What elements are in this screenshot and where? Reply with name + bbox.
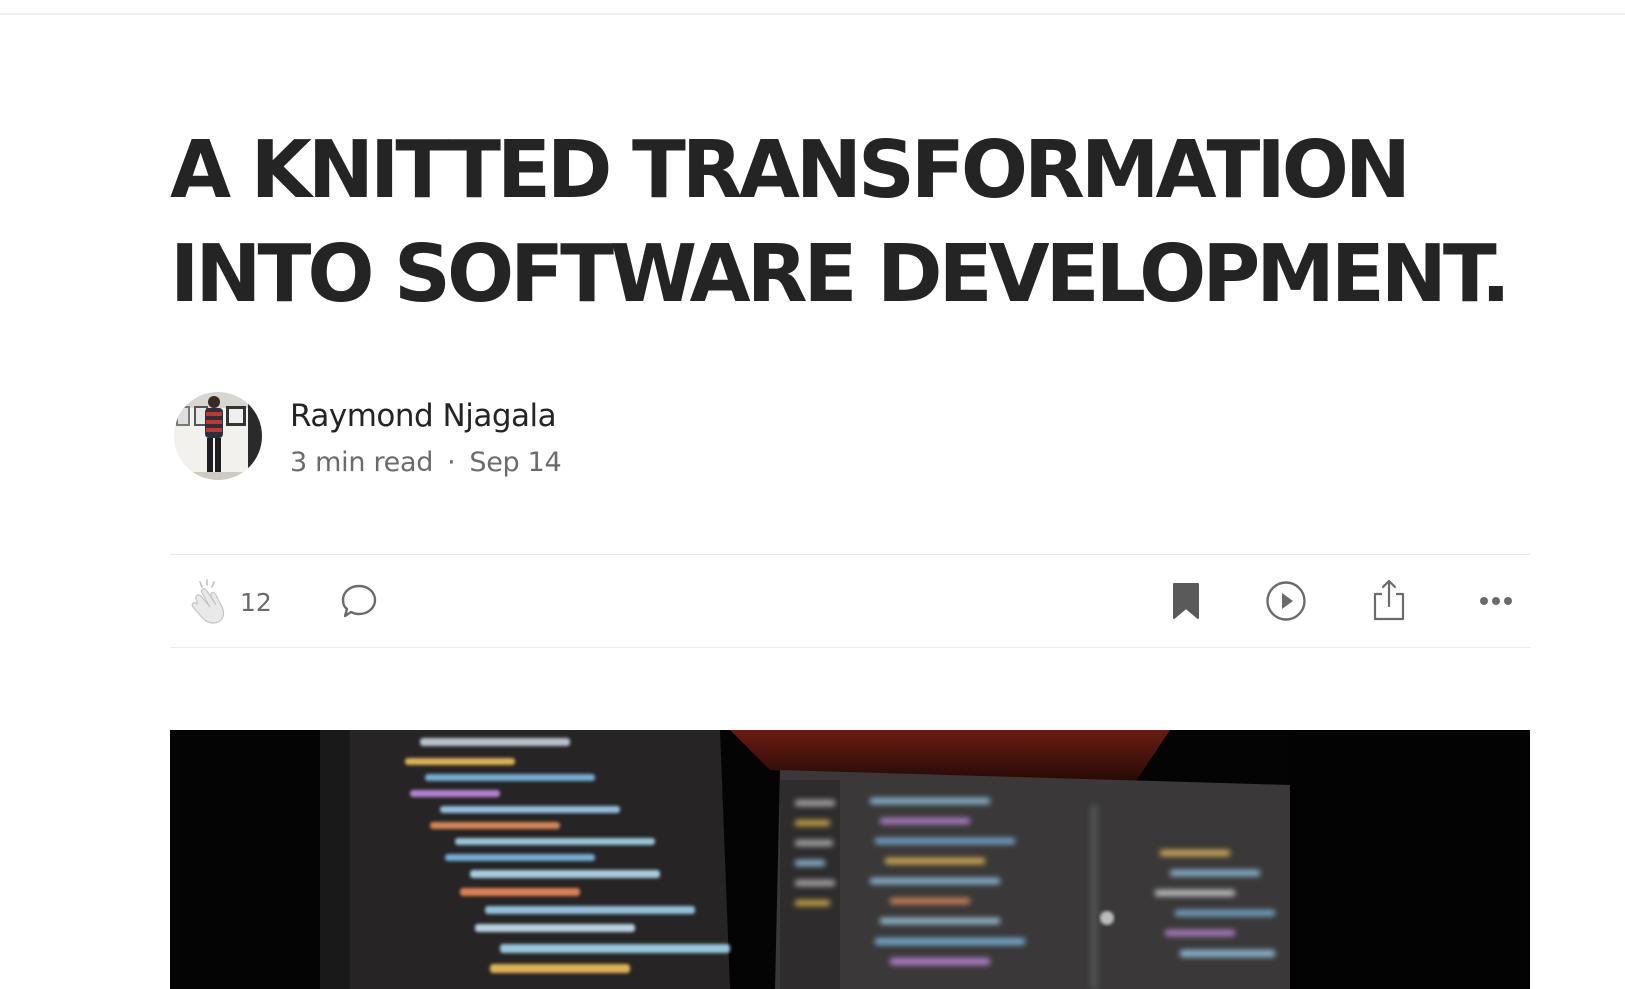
- author-photo: [174, 392, 262, 480]
- save-button[interactable]: [1165, 580, 1207, 622]
- author-avatar[interactable]: [174, 392, 262, 480]
- more-options-button[interactable]: [1475, 580, 1517, 622]
- share-button[interactable]: [1368, 577, 1410, 623]
- read-time: 3 min read: [290, 447, 434, 478]
- article-meta: 3 min read · Sep 14: [290, 447, 562, 478]
- comment-icon: [341, 584, 377, 618]
- more-icon: [1480, 597, 1512, 605]
- author-byline: Raymond Njagala 3 min read · Sep 14: [174, 392, 874, 480]
- comment-button[interactable]: [338, 580, 380, 622]
- share-icon: [1373, 579, 1405, 621]
- publish-date: Sep 14: [469, 447, 562, 478]
- play-icon: [1266, 581, 1306, 621]
- article: A KNITTED TRANSFORMATION INTO SOFTWARE D…: [170, 0, 1530, 989]
- meta-separator: ·: [447, 447, 456, 478]
- bookmark-icon: [1173, 583, 1199, 619]
- article-title-line-2: INTO SOFTWARE DEVELOPMENT.: [170, 228, 1511, 320]
- article-action-bar: 12: [170, 554, 1530, 648]
- hero-image: [170, 730, 1530, 989]
- article-title-line-1: A KNITTED TRANSFORMATION: [170, 124, 1411, 216]
- clap-button[interactable]: 12: [188, 579, 272, 625]
- listen-button[interactable]: [1265, 580, 1307, 622]
- clap-icon: [191, 579, 225, 624]
- author-name[interactable]: Raymond Njagala: [290, 398, 557, 434]
- clap-count: 12: [240, 587, 272, 617]
- hero-photo-code-monitors: [170, 730, 1530, 989]
- article-title: A KNITTED TRANSFORMATION INTO SOFTWARE D…: [170, 118, 1530, 326]
